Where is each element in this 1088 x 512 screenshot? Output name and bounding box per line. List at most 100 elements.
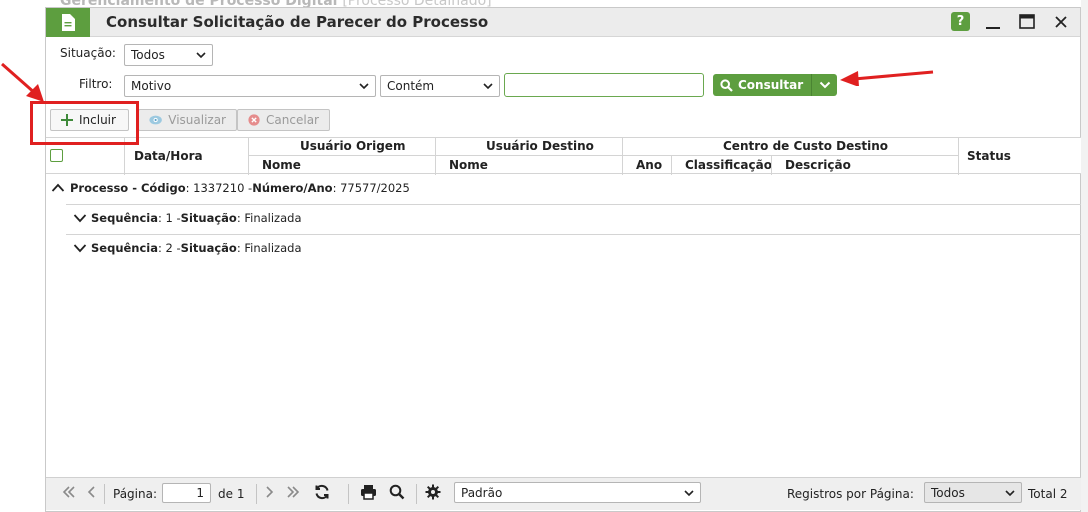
pagination-bar: Página: 1 de 1 Padrão Registros por Pági… bbox=[46, 477, 1081, 510]
annotation-arrow-left bbox=[1, 62, 44, 102]
filtro-operator-select[interactable]: Contém bbox=[380, 75, 500, 97]
situation-label: Situação bbox=[180, 211, 237, 225]
search-icon[interactable] bbox=[389, 484, 405, 500]
header-centro-custo: Centro de Custo Destino bbox=[723, 139, 888, 153]
registros-select[interactable]: Todos bbox=[924, 482, 1022, 503]
minimize-icon[interactable] bbox=[982, 12, 1004, 31]
chevron-up-icon bbox=[51, 183, 65, 192]
layout-select-value: Padrão bbox=[461, 485, 503, 500]
total-label: Total 2 bbox=[1028, 487, 1068, 501]
process-code: : 1337210 - bbox=[185, 181, 253, 195]
filtro-field-value: Motivo bbox=[131, 79, 172, 93]
help-icon[interactable]: ? bbox=[951, 12, 970, 31]
chevron-down-icon bbox=[73, 244, 87, 253]
situation-label: Situação bbox=[180, 241, 237, 255]
search-icon bbox=[720, 78, 733, 92]
gear-icon[interactable] bbox=[425, 484, 441, 500]
process-number-label: Número/Ano bbox=[252, 181, 333, 195]
separator bbox=[348, 484, 349, 504]
background-window-edge bbox=[1081, 0, 1088, 512]
cancelar-button[interactable]: Cancelar bbox=[237, 109, 330, 131]
col-divider bbox=[771, 156, 772, 175]
header-classificacao[interactable]: Classificação bbox=[685, 158, 772, 172]
filtro-field-select[interactable]: Motivo bbox=[124, 75, 376, 97]
document-icon bbox=[46, 7, 90, 37]
window-controls: ? bbox=[951, 12, 1072, 31]
header-status[interactable]: Status bbox=[967, 149, 1011, 163]
sequence-group-row[interactable]: Sequência : 1 - Situação : Finalizada bbox=[73, 211, 302, 225]
cancelar-label: Cancelar bbox=[266, 113, 319, 127]
col-divider bbox=[958, 138, 959, 175]
col-divider bbox=[435, 138, 436, 175]
header-subdivider bbox=[248, 155, 958, 156]
situacao-row: Situação: bbox=[60, 46, 116, 60]
process-number: : 77577/2025 bbox=[332, 181, 410, 195]
grid-header: Data/Hora Usuário Origem Nome Usuário De… bbox=[46, 137, 1081, 175]
select-all-checkbox[interactable] bbox=[50, 149, 63, 162]
chevron-down-icon bbox=[196, 52, 206, 59]
registros-label: Registros por Página: bbox=[787, 487, 914, 501]
process-group-row[interactable]: Processo - Código : 1337210 - Número/Ano… bbox=[51, 181, 410, 195]
registros-select-value: Todos bbox=[931, 485, 965, 500]
col-divider bbox=[622, 138, 623, 175]
chevron-down-icon bbox=[684, 490, 694, 497]
group-divider bbox=[66, 204, 1081, 205]
header-destino-nome[interactable]: Nome bbox=[449, 158, 488, 172]
col-divider bbox=[671, 156, 672, 175]
process-label: Processo - Código bbox=[70, 181, 186, 195]
header-usuario-destino: Usuário Destino bbox=[486, 139, 594, 153]
prev-page-icon[interactable] bbox=[87, 485, 97, 499]
consultar-dropdown[interactable] bbox=[812, 74, 837, 96]
cancel-icon bbox=[248, 114, 260, 126]
filtro-operator-value: Contém bbox=[387, 79, 435, 93]
chevron-down-icon bbox=[1005, 490, 1015, 497]
header-descricao[interactable]: Descrição bbox=[785, 158, 851, 172]
filtro-row: Filtro: bbox=[79, 77, 112, 91]
title-bar: Consultar Solicitação de Parecer do Proc… bbox=[46, 7, 1080, 37]
print-icon[interactable] bbox=[360, 484, 377, 500]
first-page-icon[interactable] bbox=[62, 485, 76, 499]
consultar-main[interactable]: Consultar bbox=[713, 74, 813, 96]
group-divider bbox=[66, 234, 1081, 235]
separator bbox=[104, 484, 105, 504]
chevron-down-icon bbox=[483, 83, 493, 90]
window-title: Consultar Solicitação de Parecer do Proc… bbox=[106, 13, 489, 31]
header-origem-nome[interactable]: Nome bbox=[262, 158, 301, 172]
consultar-label: Consultar bbox=[738, 78, 804, 92]
situacao-select[interactable]: Todos bbox=[124, 44, 213, 66]
annotation-highlight-box bbox=[30, 101, 139, 145]
visualizar-button[interactable]: Visualizar bbox=[138, 109, 237, 131]
filtro-label: Filtro: bbox=[79, 77, 113, 91]
header-usuario-origem: Usuário Origem bbox=[300, 139, 406, 153]
pagina-label: Página: bbox=[113, 487, 158, 501]
chevron-down-icon bbox=[359, 83, 369, 90]
chevron-down-icon bbox=[819, 81, 830, 89]
close-icon[interactable] bbox=[1050, 12, 1072, 31]
sequence-number: : 2 - bbox=[158, 241, 181, 255]
refresh-icon[interactable] bbox=[314, 484, 330, 500]
last-page-icon[interactable] bbox=[286, 485, 300, 499]
separator bbox=[416, 484, 417, 504]
page-count-label: de 1 bbox=[218, 487, 245, 501]
separator bbox=[256, 484, 257, 504]
sequence-group-row[interactable]: Sequência : 2 - Situação : Finalizada bbox=[73, 241, 302, 255]
situation-value: : Finalizada bbox=[236, 211, 302, 225]
eye-icon bbox=[149, 115, 162, 125]
header-data-hora[interactable]: Data/Hora bbox=[134, 149, 203, 163]
chevron-down-icon bbox=[73, 214, 87, 223]
header-ano[interactable]: Ano bbox=[636, 158, 662, 172]
sequence-label: Sequência bbox=[91, 211, 159, 225]
page-number-input[interactable]: 1 bbox=[162, 483, 211, 503]
layout-select[interactable]: Padrão bbox=[454, 482, 701, 503]
col-divider bbox=[248, 138, 249, 175]
consultar-button[interactable]: Consultar bbox=[713, 74, 837, 96]
filtro-text-input[interactable] bbox=[504, 73, 704, 97]
next-page-icon[interactable] bbox=[264, 485, 274, 499]
situation-value: : Finalizada bbox=[236, 241, 302, 255]
visualizar-label: Visualizar bbox=[168, 113, 226, 127]
maximize-icon[interactable] bbox=[1016, 12, 1038, 31]
sequence-label: Sequência bbox=[91, 241, 159, 255]
situacao-select-value: Todos bbox=[131, 48, 165, 62]
situacao-label: Situação: bbox=[60, 46, 116, 60]
sequence-number: : 1 - bbox=[158, 211, 181, 225]
